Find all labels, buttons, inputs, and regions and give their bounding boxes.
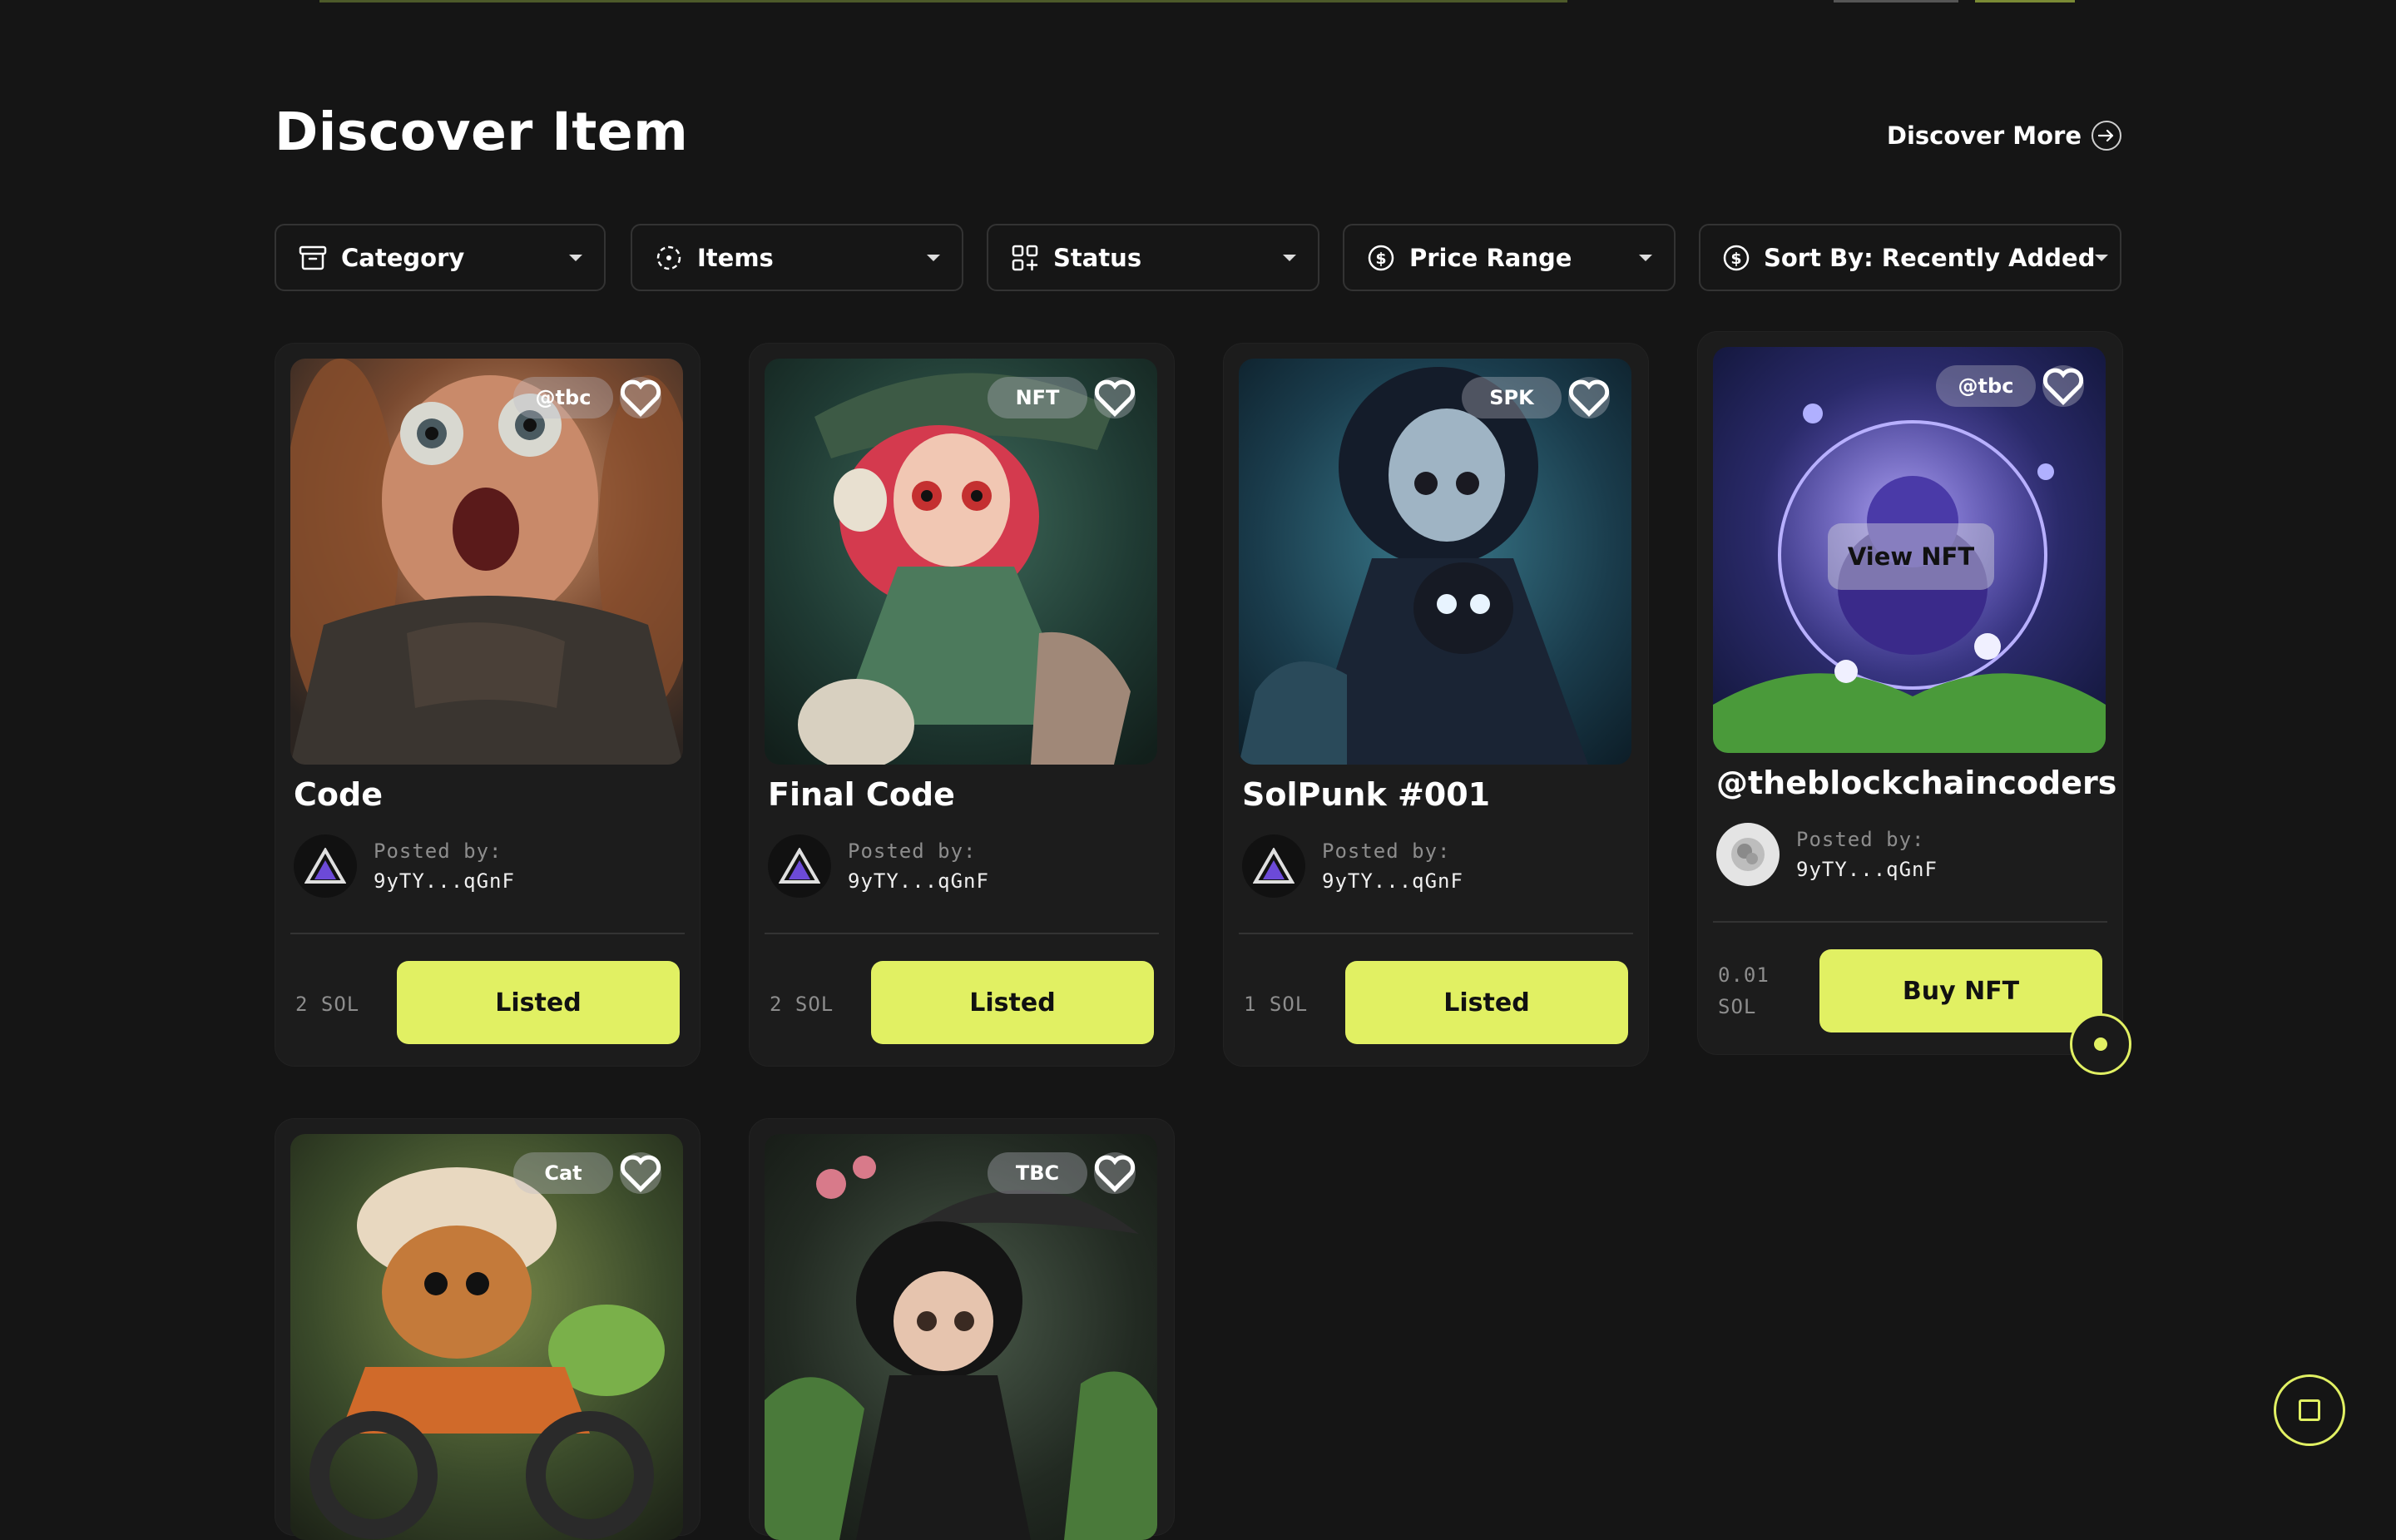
nft-image-creature-on-motorbike[interactable]: Cat — [290, 1134, 683, 1540]
nft-tag: @tbc — [1936, 365, 2036, 407]
nft-price: 2 SOL — [295, 993, 360, 1016]
nft-tag: SPK — [1462, 377, 1562, 418]
heart-icon[interactable] — [1568, 377, 1610, 418]
avatar — [294, 834, 357, 898]
heart-icon[interactable] — [1094, 1152, 1136, 1194]
price-range-filter-label: Price Range — [1409, 243, 1572, 272]
stop-icon[interactable] — [2274, 1374, 2345, 1446]
divider — [1713, 921, 2107, 923]
avatar — [768, 834, 831, 898]
heart-icon[interactable] — [2042, 365, 2084, 407]
archive-icon — [298, 243, 328, 273]
nft-image-red-haired-witch[interactable]: NFT — [765, 359, 1157, 765]
divider — [1239, 933, 1633, 934]
nft-price-unit: SOL — [1718, 995, 1757, 1018]
cursor-indicator — [2070, 1013, 2131, 1075]
items-filter-label: Items — [697, 243, 774, 272]
poster-info: Posted by: 9yTY...qGnF — [1716, 823, 1938, 886]
posted-by-label: Posted by: — [1322, 839, 1451, 863]
nft-card[interactable]: @tbc View NFT @theblockchaincoders Poste… — [1697, 331, 2123, 1055]
listed-button[interactable]: Listed — [871, 961, 1154, 1044]
heart-icon[interactable] — [1094, 377, 1136, 418]
nft-tag: @tbc — [513, 377, 613, 418]
chevron-down-icon — [927, 254, 940, 261]
avatar — [1716, 823, 1780, 886]
buy-nft-button[interactable]: Buy NFT — [1819, 949, 2102, 1032]
discover-more-link[interactable]: Discover More — [1887, 121, 2121, 151]
nft-card[interactable]: @tbc Code Posted by: 9yTY...qGnF 2 SOL L… — [275, 343, 700, 1067]
nft-image-girl-with-cat[interactable]: SPK — [1239, 359, 1631, 765]
poster-address: 9yTY...qGnF — [848, 869, 989, 893]
chevron-down-icon — [569, 254, 582, 261]
posted-by-label: Posted by: — [848, 839, 977, 863]
nft-title: SolPunk #001 — [1242, 776, 1491, 813]
status-filter[interactable]: Status — [987, 224, 1319, 291]
poster-info: Posted by: 9yTY...qGnF — [768, 834, 989, 898]
nft-price: 2 SOL — [770, 993, 834, 1016]
dollar-icon: $ — [1366, 243, 1396, 273]
poster-info: Posted by: 9yTY...qGnF — [294, 834, 515, 898]
poster-address: 9yTY...qGnF — [1796, 858, 1938, 881]
poster-info: Posted by: 9yTY...qGnF — [1242, 834, 1463, 898]
chevron-down-icon — [1283, 254, 1296, 261]
listed-button[interactable]: Listed — [397, 961, 680, 1044]
svg-text:$: $ — [1730, 250, 1741, 268]
arrow-right-icon — [2092, 121, 2121, 151]
heart-icon[interactable] — [620, 377, 661, 418]
nft-tag: Cat — [513, 1152, 613, 1194]
nft-price-value: 0.01 — [1718, 963, 1770, 987]
price-range-filter[interactable]: $ Price Range — [1343, 224, 1676, 291]
nft-tag: NFT — [988, 377, 1087, 418]
svg-text:$: $ — [1375, 250, 1386, 268]
chevron-down-icon — [1639, 254, 1652, 261]
items-filter[interactable]: Items — [631, 224, 963, 291]
poster-address: 9yTY...qGnF — [1322, 869, 1463, 893]
grid-icon — [1010, 243, 1040, 273]
nft-price: 1 SOL — [1244, 993, 1309, 1016]
nft-price: 0.01 SOL — [1718, 959, 1770, 1023]
items-icon — [654, 243, 684, 273]
sort-filter[interactable]: $ Sort By: Recently Added — [1699, 224, 2121, 291]
avatar — [1242, 834, 1305, 898]
strip-segment — [1975, 0, 2075, 2]
nft-tag: TBC — [988, 1152, 1087, 1194]
nft-image-angry-character[interactable]: @tbc — [290, 359, 683, 765]
posted-by-label: Posted by: — [1796, 828, 1925, 851]
strip-segment — [319, 0, 1567, 2]
chevron-down-icon — [2095, 254, 2109, 261]
view-nft-button[interactable]: View NFT — [1828, 523, 1994, 590]
category-filter-label: Category — [341, 243, 465, 272]
posted-by-label: Posted by: — [374, 839, 502, 863]
nft-card[interactable]: Cat — [275, 1118, 700, 1540]
status-filter-label: Status — [1053, 243, 1142, 272]
nft-card[interactable]: SPK SolPunk #001 Posted by: 9yTY...qGnF … — [1223, 343, 1649, 1067]
divider — [290, 933, 685, 934]
nft-title: Final Code — [768, 776, 955, 813]
heart-icon[interactable] — [620, 1152, 661, 1194]
top-progress-strip — [319, 0, 2075, 3]
listed-button[interactable]: Listed — [1345, 961, 1628, 1044]
page-title: Discover Item — [275, 102, 689, 162]
divider — [765, 933, 1159, 934]
nft-card[interactable]: NFT Final Code Posted by: 9yTY...qGnF 2 … — [749, 343, 1175, 1067]
filter-bar: Category Items Status $ Price Range $ So… — [275, 224, 2121, 291]
strip-segment — [1834, 0, 1958, 2]
nft-title: @theblockchaincoders — [1716, 765, 2117, 801]
discover-more-label: Discover More — [1886, 121, 2082, 150]
poster-address: 9yTY...qGnF — [374, 869, 515, 893]
dollar-icon: $ — [1722, 243, 1750, 273]
sort-filter-label: Sort By: Recently Added — [1764, 243, 2096, 272]
category-filter[interactable]: Category — [275, 224, 606, 291]
nft-image-purple-creature[interactable]: @tbc View NFT — [1713, 347, 2106, 753]
nft-title: Code — [294, 776, 383, 813]
nft-card[interactable]: TBC — [749, 1118, 1175, 1540]
nft-image-girl-with-umbrella[interactable]: TBC — [765, 1134, 1157, 1540]
